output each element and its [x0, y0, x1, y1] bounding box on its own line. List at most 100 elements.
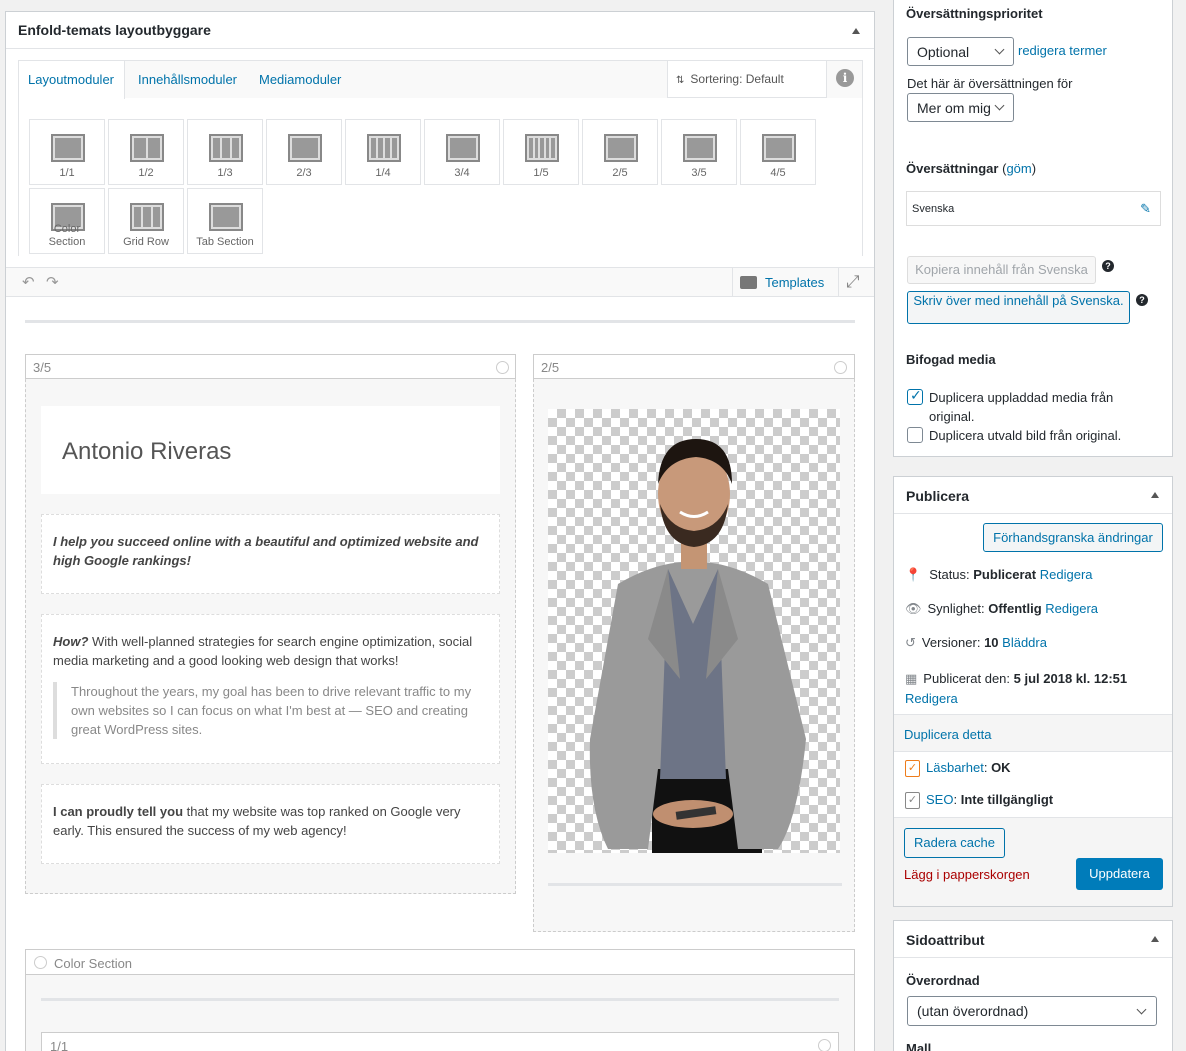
layout-tile-1-5[interactable]: 1/5 — [503, 119, 579, 185]
redo-icon[interactable]: ↷ — [46, 273, 59, 291]
revisions-label: Versioner: — [921, 635, 985, 650]
chevron-down-icon — [994, 44, 1005, 55]
column-three-fifths[interactable]: 3/5 Antonio Riveras I help you succeed o… — [25, 354, 516, 894]
column-radio[interactable] — [834, 361, 847, 374]
parent-label: Överordnad — [906, 973, 980, 988]
clear-cache-button[interactable]: Radera cache — [904, 828, 1005, 858]
layout-tile-1-1[interactable]: 1/1 — [29, 119, 105, 185]
copy-content-button[interactable]: Kopiera innehåll från Svenska — [907, 256, 1096, 284]
dup-featured-label: Duplicera utvald bild från original. — [929, 428, 1122, 443]
layout-tile-grid-row[interactable]: Grid Row — [108, 188, 184, 254]
column-two-fifths[interactable]: 2/5 — [533, 354, 855, 932]
column-radio[interactable] — [818, 1039, 831, 1051]
edit-terms-link[interactable]: redigera termer — [1018, 43, 1107, 58]
layout-tile-2-5[interactable]: 2/5 — [582, 119, 658, 185]
layout-tile-color-section[interactable]: Color Section — [29, 188, 105, 254]
layout-tile-1-4[interactable]: 1/4 — [345, 119, 421, 185]
column-layout-icon — [130, 134, 164, 162]
column-one-one[interactable]: 1/1 — [41, 1032, 839, 1051]
pencil-icon[interactable]: ✎ — [1140, 201, 1151, 217]
column-layout-icon — [525, 134, 559, 162]
overwrite-content-button[interactable]: Skriv över med innehåll på Svenska. — [907, 291, 1130, 324]
portrait-image[interactable] — [548, 409, 840, 853]
heading-text: Antonio Riveras — [62, 438, 232, 465]
published-edit-link[interactable]: Redigera — [905, 691, 958, 706]
chevron-down-icon — [994, 100, 1005, 111]
heading-element[interactable]: Antonio Riveras — [41, 406, 500, 494]
tab-media-modules[interactable]: Mediamoduler — [250, 61, 350, 98]
pin-icon: 📍 — [905, 567, 922, 582]
translation-of-select[interactable]: Mer om mig — [907, 93, 1014, 122]
published-value: 5 jul 2018 kl. 12:51 — [1013, 671, 1128, 686]
help-icon[interactable]: ? — [1136, 294, 1148, 306]
duplicate-link[interactable]: Duplicera detta — [904, 727, 991, 742]
sort-dropdown[interactable]: ⇅ Sortering: Default — [667, 61, 827, 98]
trash-link[interactable]: Lägg i papperskorgen — [904, 867, 1030, 882]
status-edit-link[interactable]: Redigera — [1040, 567, 1093, 582]
visibility-row: 👁 Synlighet: Offentlig Redigera — [905, 601, 1098, 617]
fullscreen-icon[interactable]: ⤢ — [846, 272, 860, 292]
tile-label: 1/5 — [533, 167, 549, 179]
templates-button[interactable]: Templates — [765, 275, 824, 290]
tab-layout-modules[interactable]: Layoutmoduler — [19, 61, 125, 99]
text-element-proud[interactable]: I can proudly tell you that my website w… — [41, 784, 500, 864]
column-size-label: 1/1 — [50, 1039, 69, 1051]
info-icon[interactable]: i — [836, 69, 854, 87]
priority-select[interactable]: Optional — [907, 37, 1014, 66]
section-radio[interactable] — [34, 956, 47, 969]
help-icon[interactable]: ? — [1102, 260, 1114, 272]
column-layout-icon — [51, 134, 85, 162]
section-divider — [25, 320, 855, 323]
duplicate-row: Duplicera detta — [894, 714, 1172, 752]
seo-icon: ✓ — [905, 792, 920, 810]
translation-row-svenska: Svenska ✎ — [906, 191, 1161, 226]
section-divider — [41, 998, 839, 1001]
column-header[interactable]: 3/5 — [25, 354, 516, 379]
color-section[interactable]: Color Section 1/1 — [25, 949, 855, 1051]
collapse-arrow-icon[interactable] — [1151, 492, 1159, 498]
column-header[interactable]: 2/5 — [533, 354, 855, 379]
color-section-header[interactable] — [26, 950, 854, 975]
toolbar-divider — [732, 268, 733, 297]
tile-label: 4/5 — [770, 167, 786, 179]
seo-link[interactable]: SEO — [926, 792, 953, 807]
visibility-edit-link[interactable]: Redigera — [1045, 601, 1098, 616]
dup-featured-checkbox[interactable] — [907, 427, 923, 443]
collapse-arrow-icon[interactable] — [1151, 936, 1159, 942]
column-layout-icon — [683, 134, 717, 162]
readability-sep: : — [983, 760, 992, 775]
translations-header: Översättningar (göm) — [906, 161, 1036, 176]
readability-link[interactable]: Läsbarhet — [926, 760, 984, 775]
sort-arrows-icon: ⇅ — [676, 75, 685, 86]
templates-icon[interactable] — [740, 276, 757, 289]
parent-select[interactable]: (utan överordnad) — [907, 996, 1157, 1026]
undo-icon[interactable]: ↶ — [22, 273, 35, 291]
column-radio[interactable] — [496, 361, 509, 374]
layout-tile-tab-section[interactable]: Tab Section — [187, 188, 263, 254]
tile-label: 1/3 — [217, 167, 233, 179]
hide-link[interactable]: göm — [1006, 161, 1031, 176]
text-element-how[interactable]: How? With well-planned strategies for se… — [41, 614, 500, 764]
column-layout-icon — [446, 134, 480, 162]
text-element-tagline[interactable]: I help you succeed online with a beautif… — [41, 514, 500, 594]
layout-tile-1-3[interactable]: 1/3 — [187, 119, 263, 185]
layout-tile-4-5[interactable]: 4/5 — [740, 119, 816, 185]
collapse-arrow-icon[interactable] — [852, 28, 860, 34]
toolbar-divider — [838, 268, 839, 297]
dup-media-checkbox[interactable]: ✓ — [907, 387, 923, 405]
column-size-label: 2/5 — [541, 360, 560, 375]
layout-tile-1-2[interactable]: 1/2 — [108, 119, 184, 185]
layout-tile-2-3[interactable]: 2/3 — [266, 119, 342, 185]
tile-label: 2/3 — [296, 167, 312, 179]
layout-tile-3-5[interactable]: 3/5 — [661, 119, 737, 185]
publish-actions: Radera cache Lägg i papperskorgen Uppdat… — [894, 817, 1172, 906]
revisions-browse-link[interactable]: Bläddra — [1002, 635, 1047, 650]
layout-tile-3-4[interactable]: 3/4 — [424, 119, 500, 185]
readability-icon: ✓ — [905, 760, 920, 778]
column-layout-icon — [288, 134, 322, 162]
tab-content-modules[interactable]: Innehållsmoduler — [129, 61, 246, 98]
status-row: 📍 Status: Publicerat Redigera — [905, 567, 1093, 583]
update-button[interactable]: Uppdatera — [1076, 858, 1163, 890]
priority-value: Optional — [917, 44, 970, 60]
preview-changes-button[interactable]: Förhandsgranska ändringar — [983, 523, 1163, 552]
